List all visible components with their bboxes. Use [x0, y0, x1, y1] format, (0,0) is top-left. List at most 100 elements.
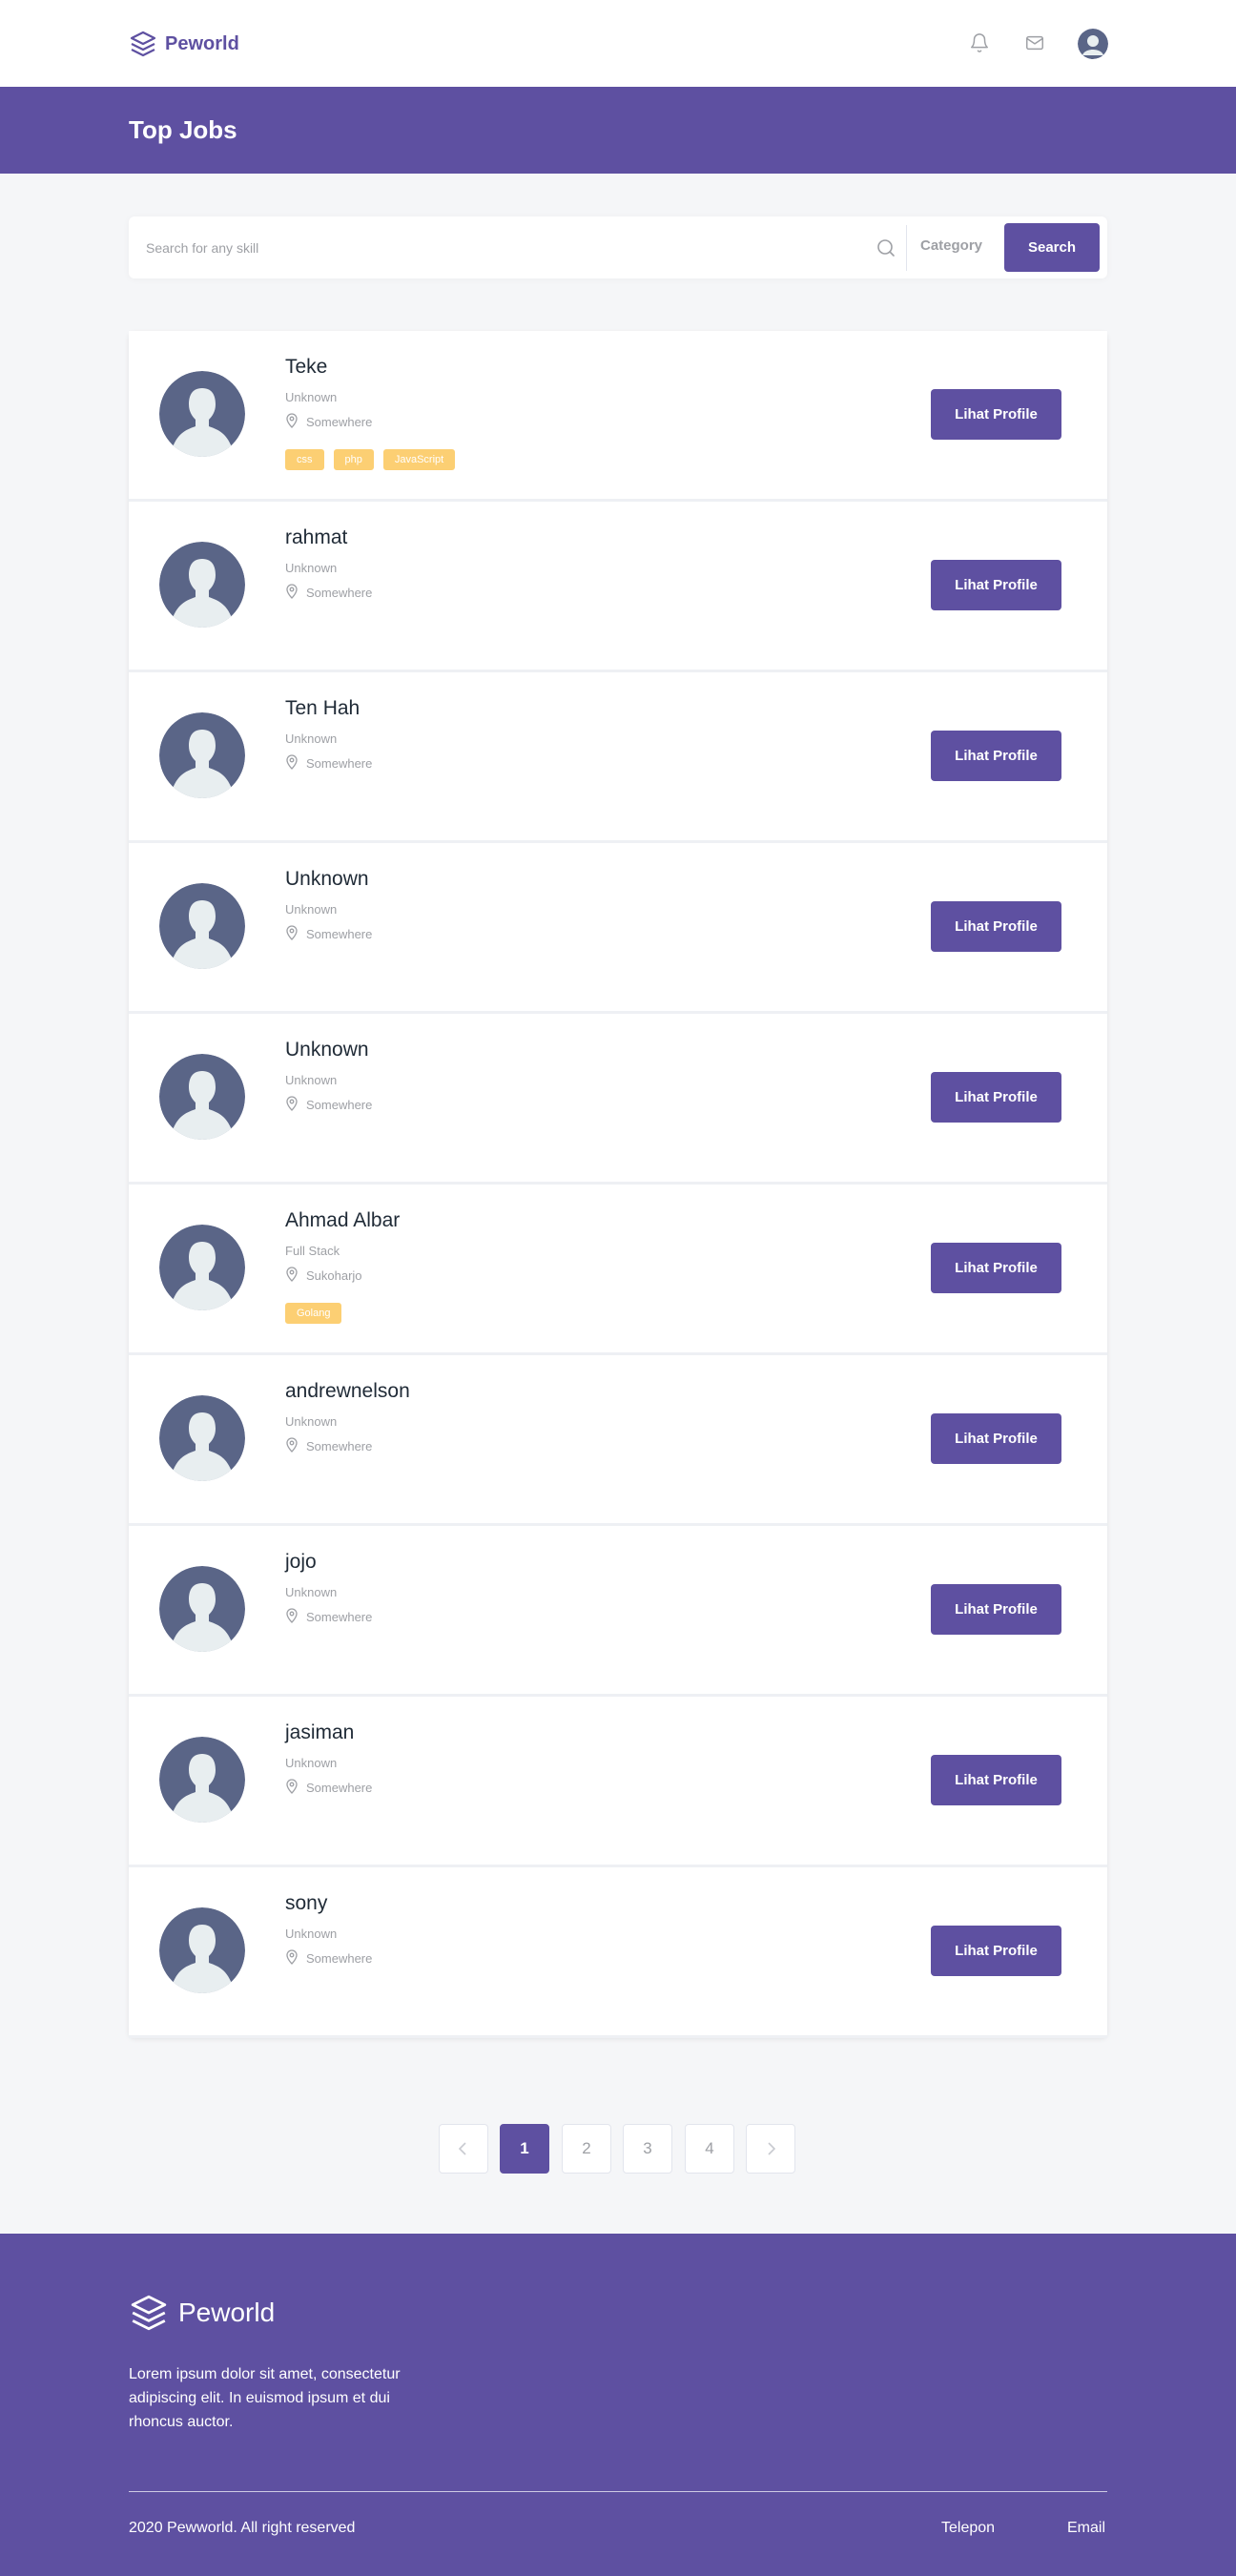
profile-name: andrewnelson [285, 1380, 410, 1402]
profile-location-text: Somewhere [306, 1098, 373, 1112]
profile-card: andrewnelson Unknown Somewhere Lihat Profil… [129, 1355, 1107, 1526]
map-pin-icon [285, 1437, 299, 1455]
view-profile-button[interactable]: Lihat Profile [931, 1072, 1061, 1123]
profile-location-text: Somewhere [306, 1610, 373, 1624]
profile-skills: Golang [285, 1303, 342, 1324]
profile-name: sony [285, 1892, 328, 1914]
view-profile-button[interactable]: Lihat Profile [931, 560, 1061, 610]
profile-name: Ten Hah [285, 697, 360, 719]
skill-tag: JavaScript [382, 449, 456, 470]
search-icon[interactable] [875, 237, 897, 259]
profile-location-text: Somewhere [306, 927, 373, 941]
profile-avatar [159, 1395, 245, 1481]
profile-job: Unknown [285, 1414, 338, 1429]
map-pin-icon [285, 1096, 299, 1114]
view-profile-button[interactable]: Lihat Profile [931, 1243, 1061, 1293]
chevron-left-icon[interactable] [439, 2124, 488, 2174]
profile-name: Ahmad Albar [285, 1209, 401, 1231]
profile-location-text: Sukoharjo [306, 1268, 362, 1283]
page-header: Top Jobs [0, 87, 1236, 174]
map-pin-icon [285, 925, 299, 943]
profile-location: Somewhere [285, 925, 372, 943]
profile-location: Somewhere [285, 584, 372, 602]
bell-icon[interactable] [966, 30, 993, 56]
map-pin-icon [285, 1267, 299, 1285]
view-profile-button[interactable]: Lihat Profile [931, 389, 1061, 440]
profile-location: Somewhere [285, 1096, 372, 1114]
map-pin-icon [285, 1949, 299, 1968]
view-profile-button[interactable]: Lihat Profile [931, 731, 1061, 781]
profile-card: Unknown Unknown Somewhere Lihat Profile [129, 843, 1107, 1014]
mail-icon[interactable] [1021, 30, 1048, 56]
view-profile-button[interactable]: Lihat Profile [931, 1755, 1061, 1805]
profile-location: Somewhere [285, 1608, 372, 1626]
search-button[interactable]: Search [1004, 223, 1100, 272]
profile-job: Unknown [285, 561, 338, 575]
category-dropdown[interactable]: Category [920, 237, 982, 254]
page-button[interactable]: 3 [623, 2124, 672, 2174]
profile-location: Somewhere [285, 1779, 372, 1797]
profile-card: sony Unknown Somewhere Lihat Profile [129, 1867, 1107, 2038]
peworld-logo-icon [130, 31, 156, 57]
brand-name: Peworld [165, 32, 239, 54]
navbar: Peworld [0, 0, 1236, 87]
map-pin-icon [285, 1608, 299, 1626]
profile-name: Teke [285, 356, 328, 378]
profile-job: Unknown [285, 1073, 338, 1087]
profile-job: Full Stack [285, 1244, 340, 1258]
profile-card: Unknown Unknown Somewhere Lihat Profile [129, 1014, 1107, 1185]
profile-job: Unknown [285, 1585, 338, 1599]
profile-location-text: Somewhere [306, 1781, 373, 1795]
skill-tag: Golang [285, 1303, 342, 1324]
page-button[interactable]: 2 [562, 2124, 611, 2174]
profile-card: Ten Hah Unknown Somewhere Lihat Profile [129, 672, 1107, 843]
profile-avatar [159, 1737, 245, 1823]
profile-name: jasiman [285, 1721, 355, 1743]
profile-name: rahmat [285, 526, 348, 548]
map-pin-icon [285, 754, 299, 773]
map-pin-icon [285, 1779, 299, 1797]
view-profile-button[interactable]: Lihat Profile [931, 1926, 1061, 1976]
profile-avatar [159, 712, 245, 798]
page-button[interactable]: 1 [500, 2124, 549, 2174]
profile-location: Somewhere [285, 413, 372, 431]
profile-list: Teke Unknown Somewhere css php JavaScript Liha… [129, 331, 1107, 2038]
profile-job: Unknown [285, 390, 338, 404]
footer-link-telepon[interactable]: Telepon [941, 2520, 995, 2537]
page-button[interactable]: 4 [685, 2124, 734, 2174]
footer-description: Lorem ipsum dolor sit amet, consectetur … [129, 2366, 401, 2430]
view-profile-button[interactable]: Lihat Profile [931, 1584, 1061, 1635]
peworld-logo-icon [131, 2295, 167, 2331]
profile-location-text: Somewhere [306, 415, 373, 429]
view-profile-button[interactable]: Lihat Profile [931, 901, 1061, 952]
profile-location: Sukoharjo [285, 1267, 362, 1285]
view-profile-button[interactable]: Lihat Profile [931, 1413, 1061, 1464]
footer-link-email[interactable]: Email [1067, 2520, 1105, 2537]
profile-card: Teke Unknown Somewhere css php JavaScript Liha… [129, 331, 1107, 502]
map-pin-icon [285, 413, 299, 431]
search-input[interactable] [146, 236, 871, 260]
profile-location-text: Somewhere [306, 586, 373, 600]
profile-card: jasiman Unknown Somewhere Lihat Profile [129, 1697, 1107, 1867]
profile-job: Unknown [285, 732, 338, 746]
brand-logo[interactable]: Peworld [129, 29, 239, 59]
map-pin-icon [285, 584, 299, 602]
profile-location-text: Somewhere [306, 1439, 373, 1453]
avatar[interactable] [1078, 29, 1108, 59]
profile-avatar [159, 542, 245, 628]
profile-location-text: Somewhere [306, 756, 373, 771]
chevron-right-icon[interactable] [746, 2124, 795, 2174]
search-divider [906, 225, 907, 271]
footer-copyright: 2020 Pewworld. All right reserved [129, 2520, 356, 2536]
profile-location: Somewhere [285, 1949, 372, 1968]
profile-name: jojo [285, 1551, 317, 1573]
footer-divider [129, 2491, 1107, 2492]
profile-skills: css php JavaScript [285, 449, 456, 470]
profile-name: Unknown [285, 1039, 369, 1061]
skill-tag: php [333, 449, 374, 470]
profile-card: rahmat Unknown Somewhere Lihat Profile [129, 502, 1107, 672]
profile-location: Somewhere [285, 1437, 372, 1455]
footer-brand: Peworld [129, 2293, 275, 2333]
page-title: Top Jobs [129, 115, 237, 144]
profile-avatar [159, 1566, 245, 1652]
